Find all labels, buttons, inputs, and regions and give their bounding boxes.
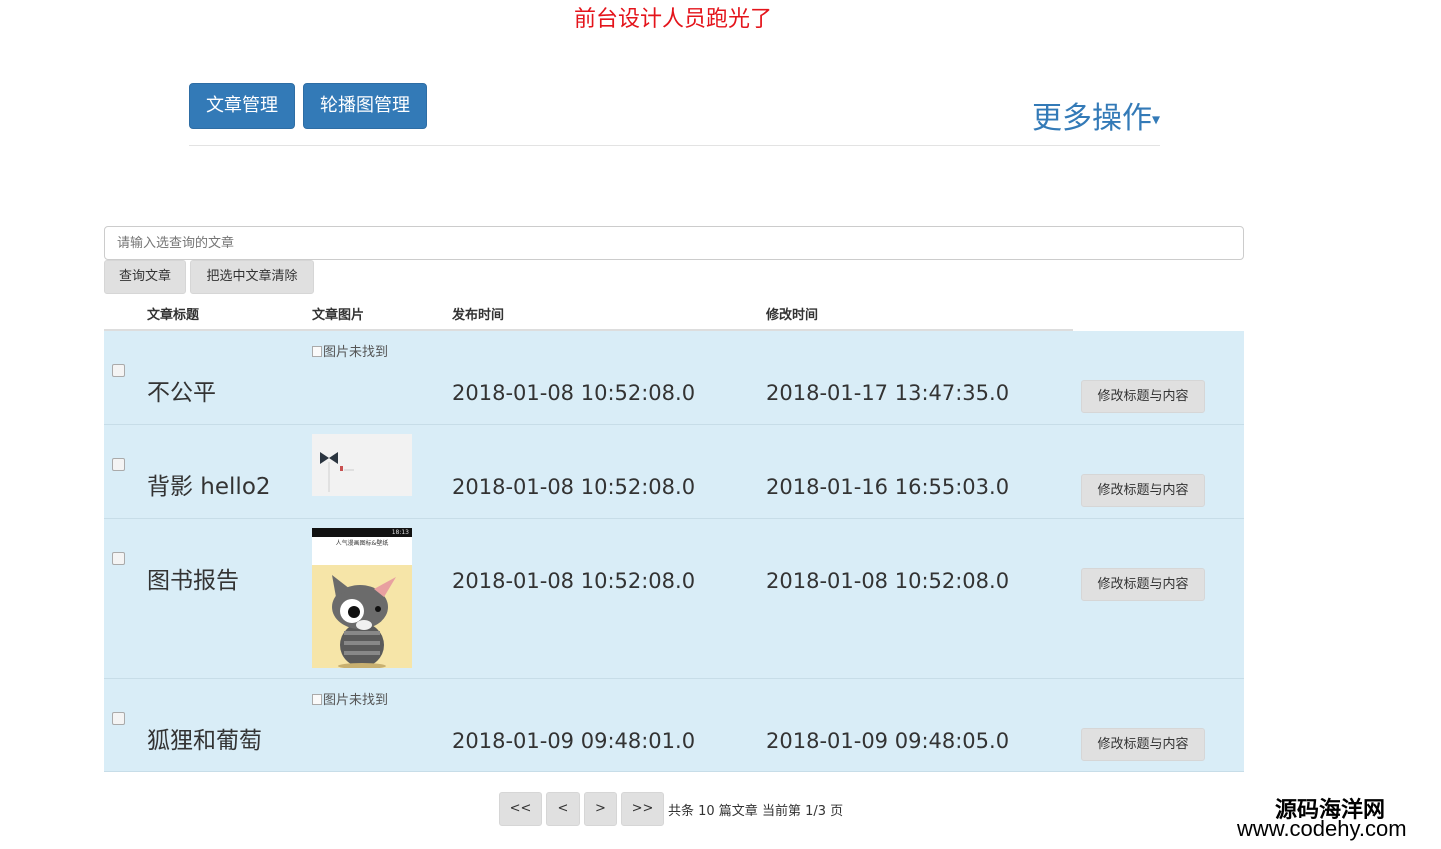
header-published: 发布时间 [452,308,505,323]
more-actions-label: 更多操作 [1031,101,1152,136]
table-header: 文章标题 文章图片 发布时间 修改时间 [104,296,1073,331]
search-input[interactable] [104,226,1244,260]
row-checkbox[interactable] [112,458,125,471]
watermark-url: www.codehy.com [1237,816,1407,841]
published-time: 2018-01-08 10:52:08.0 [452,381,696,405]
bowtie-sketch-image [320,452,354,492]
table-row: 图片未找到 狐狸和葡萄 2018-01-09 09:48:01.0 2018-0… [104,679,1244,772]
app-title-bar: 人气漫画图标&壁纸 [312,537,412,565]
carousel-manage-button[interactable]: 轮播图管理 [303,83,427,129]
caret-down-icon: ▾ [1151,109,1160,129]
row-checkbox[interactable] [112,364,125,377]
header-title: 文章标题 [147,308,200,323]
broken-image: 图片未找到 [312,341,388,360]
modified-time: 2018-01-17 13:47:35.0 [766,381,1010,405]
article-manage-button[interactable]: 文章管理 [189,83,295,129]
last-page-button[interactable]: >> [621,792,664,826]
article-title: 狐狸和葡萄 [147,728,262,754]
published-time: 2018-01-09 09:48:01.0 [452,729,696,753]
header-image: 文章图片 [312,308,365,323]
prev-page-button[interactable]: < [546,792,580,826]
modified-time: 2018-01-09 09:48:05.0 [766,729,1010,753]
article-title: 背影 hello2 [147,474,271,500]
broken-image-text: 图片未找到 [323,345,389,360]
edit-article-button[interactable]: 修改标题与内容 [1081,728,1205,761]
published-time: 2018-01-08 10:52:08.0 [452,475,696,499]
next-page-button[interactable]: > [584,792,617,826]
top-nav: 文章管理 轮播图管理 更多操作▾ [189,82,1160,146]
phone-status-bar: 18:13 [312,528,412,537]
article-thumbnail: 18:13 人气漫画图标&壁纸 [312,528,412,668]
edit-article-button[interactable]: 修改标题与内容 [1081,380,1205,413]
pagination-info: 共条 10 篇文章 当前第 1/3 页 [668,804,844,819]
table-row: 图片未找到 不公平 2018-01-08 10:52:08.0 2018-01-… [104,331,1244,425]
page-banner: 前台设计人员跑光了 [573,7,772,32]
clear-selected-button[interactable]: 把选中文章清除 [190,260,314,294]
cat-illustration [332,575,396,668]
edit-article-button[interactable]: 修改标题与内容 [1081,474,1205,507]
broken-image-icon [312,346,322,357]
broken-image-icon [312,694,322,705]
header-modified: 修改时间 [766,308,819,323]
first-page-button[interactable]: << [499,792,542,826]
article-thumbnail [312,434,412,496]
modified-time: 2018-01-08 10:52:08.0 [766,569,1010,593]
edit-article-button[interactable]: 修改标题与内容 [1081,568,1205,601]
table-row: 18:13 人气漫画图标&壁纸 图书报告 2018-01-08 10:52:08… [104,519,1244,679]
published-time: 2018-01-08 10:52:08.0 [452,569,696,593]
article-title: 图书报告 [147,568,239,594]
row-checkbox[interactable] [112,552,125,565]
table-row: 背影 hello2 2018-01-08 10:52:08.0 2018-01-… [104,425,1244,519]
query-article-button[interactable]: 查询文章 [104,260,186,294]
broken-image-text: 图片未找到 [323,693,389,708]
more-actions-dropdown[interactable]: 更多操作▾ [1032,100,1160,139]
row-checkbox[interactable] [112,712,125,725]
broken-image: 图片未找到 [312,689,388,708]
modified-time: 2018-01-16 16:55:03.0 [766,475,1010,499]
article-title: 不公平 [147,380,216,406]
